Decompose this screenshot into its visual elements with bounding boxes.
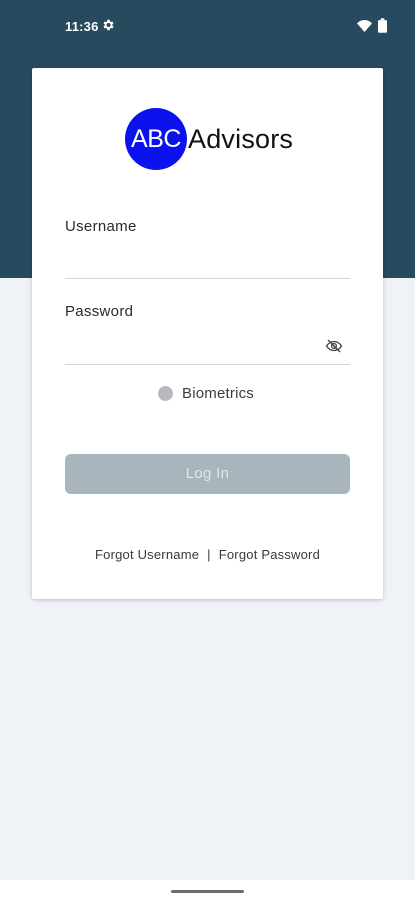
status-bar: 11:36 [0, 0, 415, 56]
home-indicator[interactable] [171, 890, 244, 893]
gear-icon [103, 19, 114, 31]
company-logo: ABC Advisors [125, 108, 305, 170]
links-separator: | [207, 547, 211, 562]
forgot-username-link[interactable]: Forgot Username [95, 547, 199, 562]
login-button[interactable]: Log In [65, 454, 350, 494]
battery-icon [378, 18, 387, 33]
password-label: Password [65, 303, 134, 320]
username-underline [65, 278, 350, 279]
password-input[interactable] [65, 333, 320, 361]
login-card: ABC Advisors Username Password Biometric… [32, 68, 383, 599]
biometrics-label: Biometrics [182, 385, 255, 402]
logo-wordmark: Advisors [188, 124, 294, 154]
username-input[interactable] [65, 248, 320, 276]
wifi-icon [357, 20, 372, 32]
username-label: Username [65, 218, 137, 235]
forgot-links: Forgot Username | Forgot Password [32, 547, 383, 562]
eye-off-icon[interactable] [325, 338, 343, 354]
biometrics-radio[interactable] [158, 386, 173, 401]
status-time: 11:36 [65, 19, 99, 34]
forgot-password-link[interactable]: Forgot Password [219, 547, 320, 562]
password-underline [65, 364, 350, 365]
logo-circle: ABC [125, 108, 187, 170]
